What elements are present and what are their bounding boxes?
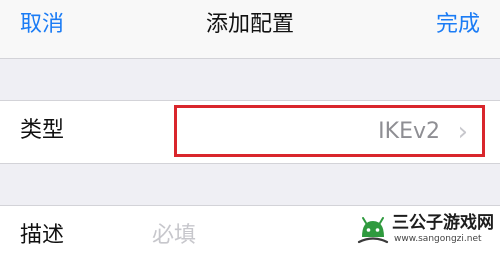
type-value: IKEv2 [378, 119, 440, 144]
description-label: 描述 [20, 223, 65, 248]
done-button[interactable]: 完成 [436, 10, 480, 40]
watermark: 三公子游戏网 www.sangongzi.net [356, 213, 494, 249]
type-label: 类型 [20, 118, 65, 143]
navigation-bar: 取消 添加配置 完成 [0, 0, 500, 58]
chevron-right-icon: › [457, 117, 468, 147]
type-selector[interactable]: IKEv2 › [174, 105, 485, 157]
android-logo-icon [357, 217, 389, 244]
watermark-url: www.sangongzi.net [394, 234, 482, 244]
type-row[interactable]: 类型 IKEv2 › [0, 101, 500, 163]
navbar-divider [0, 58, 500, 59]
section-divider-bottom [0, 163, 500, 164]
page-title: 添加配置 [205, 12, 294, 37]
watermark-title: 三公子游戏网 [392, 213, 494, 233]
